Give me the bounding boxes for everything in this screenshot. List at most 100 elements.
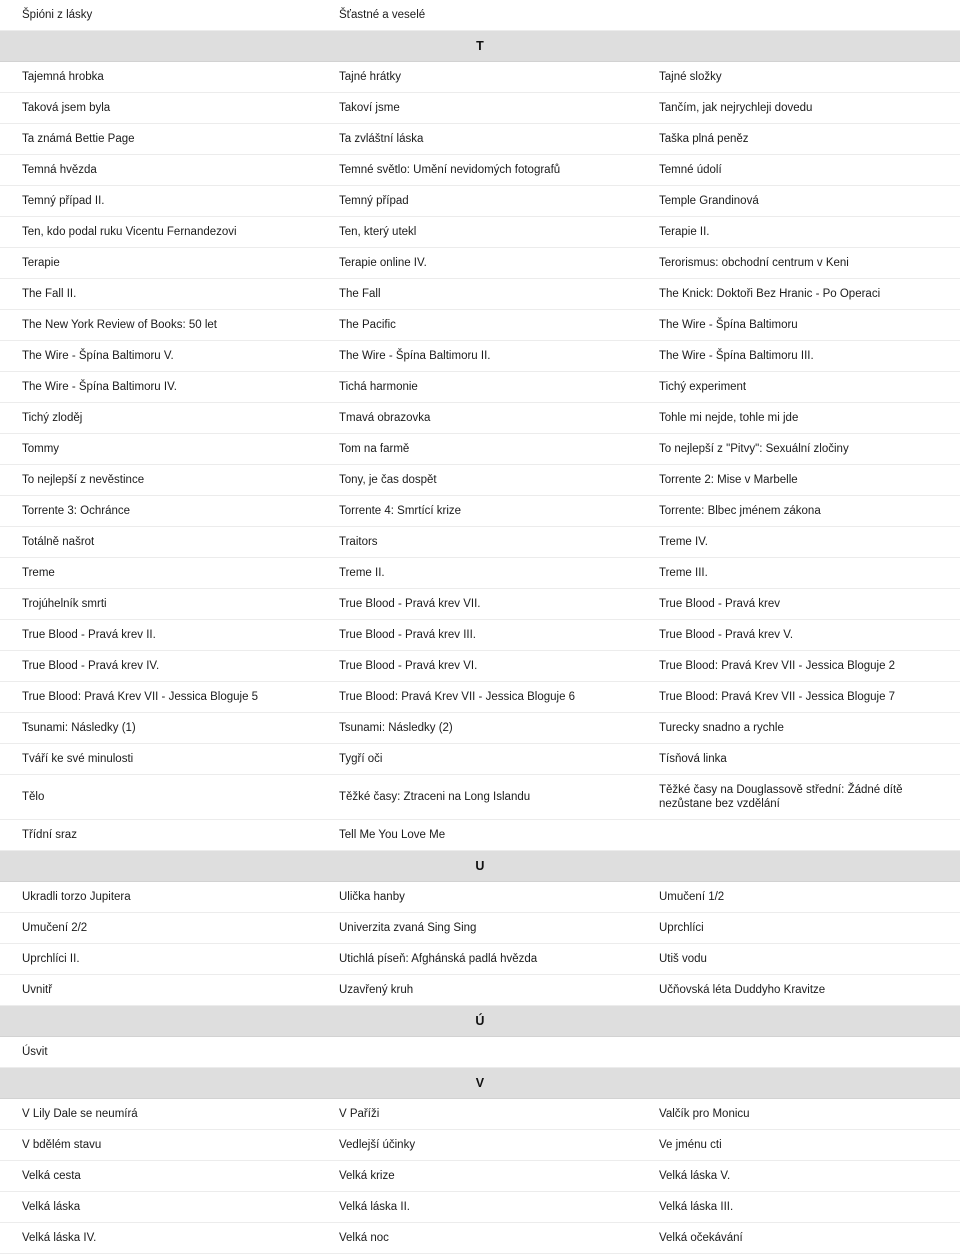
- title-cell[interactable]: Utiš vodu: [637, 943, 960, 975]
- title-cell[interactable]: Treme IV.: [637, 526, 960, 558]
- title-cell[interactable]: True Blood: Pravá Krev VII - Jessica Blo…: [317, 681, 637, 713]
- title-cell[interactable]: Tohle mi nejde, tohle mi jde: [637, 402, 960, 434]
- title-cell[interactable]: Třídní sraz: [0, 819, 317, 851]
- title-cell[interactable]: Tváří ke své minulosti: [0, 743, 317, 775]
- title-cell[interactable]: Velká cesta: [0, 1160, 317, 1192]
- title-cell[interactable]: Úsvit: [0, 1036, 317, 1068]
- title-cell[interactable]: The Fall II.: [0, 278, 317, 310]
- title-cell[interactable]: Tommy: [0, 433, 317, 465]
- title-cell[interactable]: Uzavřený kruh: [317, 974, 637, 1006]
- title-cell[interactable]: True Blood - Pravá krev III.: [317, 619, 637, 651]
- title-cell[interactable]: Torrente 2: Mise v Marbelle: [637, 464, 960, 496]
- title-cell[interactable]: True Blood: Pravá Krev VII - Jessica Blo…: [0, 681, 317, 713]
- title-cell[interactable]: Tichý zloděj: [0, 402, 317, 434]
- title-cell[interactable]: Ten, který utekl: [317, 216, 637, 248]
- title-cell[interactable]: Torrente: Blbec jménem zákona: [637, 495, 960, 527]
- title-cell[interactable]: Treme II.: [317, 557, 637, 589]
- title-cell[interactable]: V Lily Dale se neumírá: [0, 1098, 317, 1130]
- title-cell[interactable]: Totálně našrot: [0, 526, 317, 558]
- title-cell[interactable]: Velká láska II.: [317, 1191, 637, 1223]
- title-cell[interactable]: Umučení 1/2: [637, 881, 960, 913]
- title-cell[interactable]: True Blood - Pravá krev V.: [637, 619, 960, 651]
- title-cell[interactable]: Velká láska IV.: [0, 1222, 317, 1254]
- title-cell[interactable]: Terapie: [0, 247, 317, 279]
- title-cell[interactable]: Tajné složky: [637, 61, 960, 93]
- title-cell[interactable]: Torrente 3: Ochránce: [0, 495, 317, 527]
- title-cell[interactable]: Uprchlíci: [637, 912, 960, 944]
- title-cell[interactable]: The Wire - Špína Baltimoru: [637, 309, 960, 341]
- title-cell[interactable]: Tichá harmonie: [317, 371, 637, 403]
- title-cell[interactable]: The Wire - Špína Baltimoru III.: [637, 340, 960, 372]
- title-cell[interactable]: Velká láska V.: [637, 1160, 960, 1192]
- title-cell[interactable]: Temné světlo: Umění nevidomých fotografů: [317, 154, 637, 186]
- title-cell[interactable]: Taška plná peněz: [637, 123, 960, 155]
- title-cell[interactable]: Ta známá Bettie Page: [0, 123, 317, 155]
- title-cell[interactable]: Šťastné a veselé: [317, 0, 637, 31]
- title-cell[interactable]: Takoví jsme: [317, 92, 637, 124]
- title-cell[interactable]: Terapie II.: [637, 216, 960, 248]
- title-cell[interactable]: Tsunami: Následky (2): [317, 712, 637, 744]
- title-cell[interactable]: Velká noc: [317, 1222, 637, 1254]
- title-cell[interactable]: Trojúhelník smrti: [0, 588, 317, 620]
- title-cell[interactable]: Turecky snadno a rychle: [637, 712, 960, 744]
- title-cell[interactable]: Traitors: [317, 526, 637, 558]
- title-cell[interactable]: True Blood - Pravá krev VII.: [317, 588, 637, 620]
- title-cell[interactable]: Univerzita zvaná Sing Sing: [317, 912, 637, 944]
- title-cell[interactable]: Temné údolí: [637, 154, 960, 186]
- title-cell[interactable]: Umučení 2/2: [0, 912, 317, 944]
- title-cell[interactable]: Treme III.: [637, 557, 960, 589]
- title-cell[interactable]: Treme: [0, 557, 317, 589]
- title-cell[interactable]: True Blood - Pravá krev II.: [0, 619, 317, 651]
- title-cell[interactable]: Uprchlíci II.: [0, 943, 317, 975]
- title-cell[interactable]: The Wire - Špína Baltimoru V.: [0, 340, 317, 372]
- title-cell[interactable]: Vedlejší účinky: [317, 1129, 637, 1161]
- title-cell[interactable]: Tony, je čas dospět: [317, 464, 637, 496]
- title-cell[interactable]: Terorismus: obchodní centrum v Keni: [637, 247, 960, 279]
- title-cell[interactable]: Ukradli torzo Jupitera: [0, 881, 317, 913]
- title-cell[interactable]: Terapie online IV.: [317, 247, 637, 279]
- title-cell[interactable]: Těžké časy: Ztraceni na Long Islandu: [317, 774, 637, 820]
- title-cell[interactable]: The Pacific: [317, 309, 637, 341]
- title-cell[interactable]: Uvnitř: [0, 974, 317, 1006]
- title-cell[interactable]: Tajemná hrobka: [0, 61, 317, 93]
- title-cell[interactable]: True Blood: Pravá Krev VII - Jessica Blo…: [637, 650, 960, 682]
- title-cell[interactable]: Špióni z lásky: [0, 0, 317, 31]
- title-cell[interactable]: Tygří oči: [317, 743, 637, 775]
- title-cell[interactable]: Tajné hrátky: [317, 61, 637, 93]
- title-cell[interactable]: Tělo: [0, 774, 317, 820]
- title-cell[interactable]: To nejlepší z nevěstince: [0, 464, 317, 496]
- title-cell[interactable]: Tom na farmě: [317, 433, 637, 465]
- title-cell[interactable]: Torrente 4: Smrtící krize: [317, 495, 637, 527]
- title-cell[interactable]: Tančím, jak nejrychleji dovedu: [637, 92, 960, 124]
- title-cell[interactable]: Valčík pro Monicu: [637, 1098, 960, 1130]
- title-cell[interactable]: Velká láska: [0, 1191, 317, 1223]
- title-cell[interactable]: The Fall: [317, 278, 637, 310]
- title-cell[interactable]: True Blood: Pravá Krev VII - Jessica Blo…: [637, 681, 960, 713]
- title-cell[interactable]: Tísňová linka: [637, 743, 960, 775]
- title-cell[interactable]: The Wire - Špína Baltimoru IV.: [0, 371, 317, 403]
- title-cell[interactable]: True Blood - Pravá krev VI.: [317, 650, 637, 682]
- title-cell[interactable]: Velká láska III.: [637, 1191, 960, 1223]
- title-cell[interactable]: Tell Me You Love Me: [317, 819, 637, 851]
- title-cell[interactable]: Temný případ II.: [0, 185, 317, 217]
- title-cell[interactable]: V Paříži: [317, 1098, 637, 1130]
- title-cell[interactable]: The Knick: Doktoři Bez Hranic - Po Opera…: [637, 278, 960, 310]
- title-cell[interactable]: True Blood - Pravá krev: [637, 588, 960, 620]
- title-cell[interactable]: Učňovská léta Duddyho Kravitze: [637, 974, 960, 1006]
- title-cell[interactable]: V bdělém stavu: [0, 1129, 317, 1161]
- title-cell[interactable]: Ten, kdo podal ruku Vicentu Fernandezovi: [0, 216, 317, 248]
- title-cell[interactable]: To nejlepší z "Pitvy": Sexuální zločiny: [637, 433, 960, 465]
- title-cell[interactable]: Taková jsem byla: [0, 92, 317, 124]
- title-cell[interactable]: Velká očekávání: [637, 1222, 960, 1254]
- title-cell[interactable]: Tichý experiment: [637, 371, 960, 403]
- title-cell[interactable]: The Wire - Špína Baltimoru II.: [317, 340, 637, 372]
- title-cell[interactable]: Ta zvláštní láska: [317, 123, 637, 155]
- title-cell[interactable]: The New York Review of Books: 50 let: [0, 309, 317, 341]
- title-cell[interactable]: Ulička hanby: [317, 881, 637, 913]
- title-cell[interactable]: Temný případ: [317, 185, 637, 217]
- title-cell[interactable]: Temple Grandinová: [637, 185, 960, 217]
- title-cell[interactable]: Ve jménu cti: [637, 1129, 960, 1161]
- title-cell[interactable]: Utichlá píseň: Afghánská padlá hvězda: [317, 943, 637, 975]
- title-cell[interactable]: Tsunami: Následky (1): [0, 712, 317, 744]
- title-cell[interactable]: Těžké časy na Douglassově střední: Žádné…: [637, 774, 960, 820]
